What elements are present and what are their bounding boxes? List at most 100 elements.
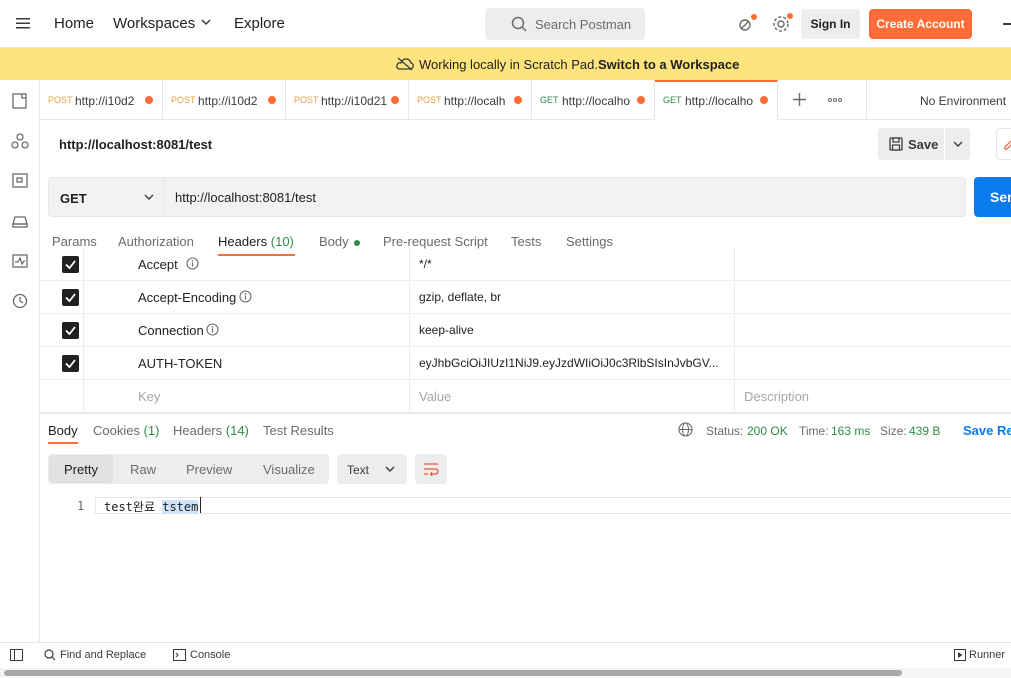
sign-in-button[interactable]: Sign In: [801, 9, 860, 39]
format-selector: Pretty Raw Preview Visualize: [48, 454, 329, 484]
environments-icon[interactable]: [11, 172, 29, 190]
response-tab-body[interactable]: Body: [48, 423, 78, 438]
request-tab[interactable]: POST http://i10d21: [286, 80, 409, 120]
monitors-icon[interactable]: [11, 252, 29, 270]
request-tab[interactable]: POST http://i10d2: [40, 80, 163, 120]
header-key[interactable]: AUTH-TOKEN: [138, 356, 222, 371]
chevron-down-icon[interactable]: [953, 141, 963, 148]
line-number: 1: [77, 499, 85, 513]
nav-explore[interactable]: Explore: [234, 15, 285, 32]
header-value[interactable]: gzip, deflate, br: [419, 290, 501, 304]
new-tab-plus-icon[interactable]: [793, 93, 806, 106]
edit-icon[interactable]: [996, 128, 1011, 160]
globe-icon[interactable]: [678, 422, 693, 437]
request-title[interactable]: http://localhost:8081/test: [59, 137, 212, 152]
value-cell: gzip, deflate, br: [410, 281, 735, 314]
console-button[interactable]: Console: [190, 649, 230, 661]
tab-params[interactable]: Params: [52, 234, 97, 249]
key-cell: Connection: [84, 314, 410, 347]
request-tab[interactable]: POST http://localh: [409, 80, 532, 120]
key-cell: Key: [84, 380, 410, 413]
tab-url: http://localho: [685, 94, 754, 108]
nav-home[interactable]: Home: [54, 15, 94, 32]
format-visualize[interactable]: Visualize: [263, 462, 315, 477]
sidebar-toggle-icon[interactable]: [10, 649, 23, 661]
tab-headers[interactable]: Headers (10): [218, 234, 294, 249]
save-icon: [889, 137, 903, 151]
tab-settings[interactable]: Settings: [566, 234, 613, 249]
header-value[interactable]: keep-alive: [419, 323, 474, 337]
menu-icon[interactable]: [16, 17, 30, 29]
wrap-lines-icon[interactable]: [415, 454, 447, 484]
format-preview[interactable]: Preview: [186, 462, 232, 477]
horizontal-scrollbar[interactable]: [0, 668, 1011, 678]
tab-method: GET: [540, 95, 559, 105]
response-tab-headers[interactable]: Headers (14): [173, 423, 249, 438]
response-body-text[interactable]: test완료 tstem: [104, 498, 199, 515]
time-value[interactable]: 163 ms: [831, 424, 870, 438]
environment-selector[interactable]: No Environment: [920, 94, 1006, 108]
tab-url: http://localho: [562, 94, 631, 108]
settings-icon[interactable]: [772, 13, 794, 33]
header-key[interactable]: Accept-Encoding: [138, 290, 236, 305]
request-tab-active[interactable]: GET http://localho: [655, 80, 778, 120]
request-tab[interactable]: GET http://localho: [532, 80, 655, 120]
checkbox[interactable]: [62, 322, 79, 339]
header-value[interactable]: eyJhbGciOiJIUzI1NiJ9.eyJzdWIiOiJ0c3RlbSI…: [419, 356, 731, 370]
value-cell: eyJhbGciOiJIUzI1NiJ9.eyJzdWIiOiJ0c3RlbSI…: [410, 347, 735, 380]
search-input[interactable]: Search Postman: [485, 8, 645, 40]
tab-authorization[interactable]: Authorization: [118, 234, 194, 249]
save-button[interactable]: Save: [878, 128, 970, 160]
headers-table: Accept */* Accept-Encoding gzip, deflate…: [40, 248, 1011, 413]
size-value[interactable]: 439 B: [909, 424, 940, 438]
checkbox[interactable]: [62, 289, 79, 306]
content-type-select[interactable]: Text: [337, 454, 407, 484]
description-placeholder[interactable]: Description: [744, 389, 809, 404]
format-raw[interactable]: Raw: [130, 462, 156, 477]
request-tab[interactable]: POST http://i10d2: [163, 80, 286, 120]
satellite-icon[interactable]: [736, 14, 758, 34]
tab-prerequest-script[interactable]: Pre-request Script: [383, 234, 488, 249]
history-icon[interactable]: [11, 292, 29, 310]
scrollbar-thumb[interactable]: [4, 670, 902, 676]
url-input[interactable]: http://localhost:8081/test: [175, 190, 316, 205]
send-button[interactable]: Send: [974, 177, 1011, 217]
unsaved-dot: [268, 96, 276, 104]
status-value[interactable]: 200 OK: [747, 424, 788, 438]
save-response-button[interactable]: Save Response: [963, 423, 1011, 438]
size-label: Size:: [880, 424, 907, 438]
info-icon: [206, 323, 219, 336]
header-key[interactable]: Connection: [138, 323, 204, 338]
tab-body[interactable]: Body: [319, 234, 361, 249]
tabs-more-icon[interactable]: [828, 98, 842, 102]
key-cell: AUTH-TOKEN: [84, 347, 410, 380]
apis-icon[interactable]: [11, 132, 29, 150]
key-cell: Accept-Encoding: [84, 281, 410, 314]
checkbox[interactable]: [62, 256, 79, 273]
response-tab-cookies[interactable]: Cookies (1): [93, 423, 159, 438]
body-indicator-dot: [354, 239, 361, 246]
table-row: Accept */*: [40, 248, 1011, 281]
switch-workspace-link[interactable]: Switch to a Workspace: [598, 57, 739, 72]
unsaved-dot: [145, 96, 153, 104]
tab-tests[interactable]: Tests: [511, 234, 541, 249]
mock-servers-icon[interactable]: [11, 212, 29, 230]
value-placeholder[interactable]: Value: [419, 389, 451, 404]
create-account-button[interactable]: Create Account: [869, 9, 972, 39]
collections-icon[interactable]: [11, 92, 29, 110]
console-icon: [173, 649, 186, 661]
runner-button[interactable]: Runner: [969, 649, 1005, 661]
more-icon[interactable]: [1003, 23, 1011, 25]
header-key[interactable]: Accept: [138, 257, 178, 272]
checkbox[interactable]: [62, 355, 79, 372]
header-value[interactable]: */*: [419, 257, 432, 271]
status-label: Status:: [706, 424, 744, 438]
cookies-count: (1): [143, 423, 160, 438]
response-tab-test-results[interactable]: Test Results: [263, 423, 334, 438]
active-tab-indicator: [48, 442, 78, 444]
format-pretty[interactable]: Pretty: [64, 462, 98, 477]
nav-workspaces[interactable]: Workspaces: [113, 15, 195, 32]
find-and-replace-button[interactable]: Find and Replace: [60, 649, 146, 661]
method-select[interactable]: GET: [49, 178, 165, 216]
key-placeholder[interactable]: Key: [138, 389, 160, 404]
